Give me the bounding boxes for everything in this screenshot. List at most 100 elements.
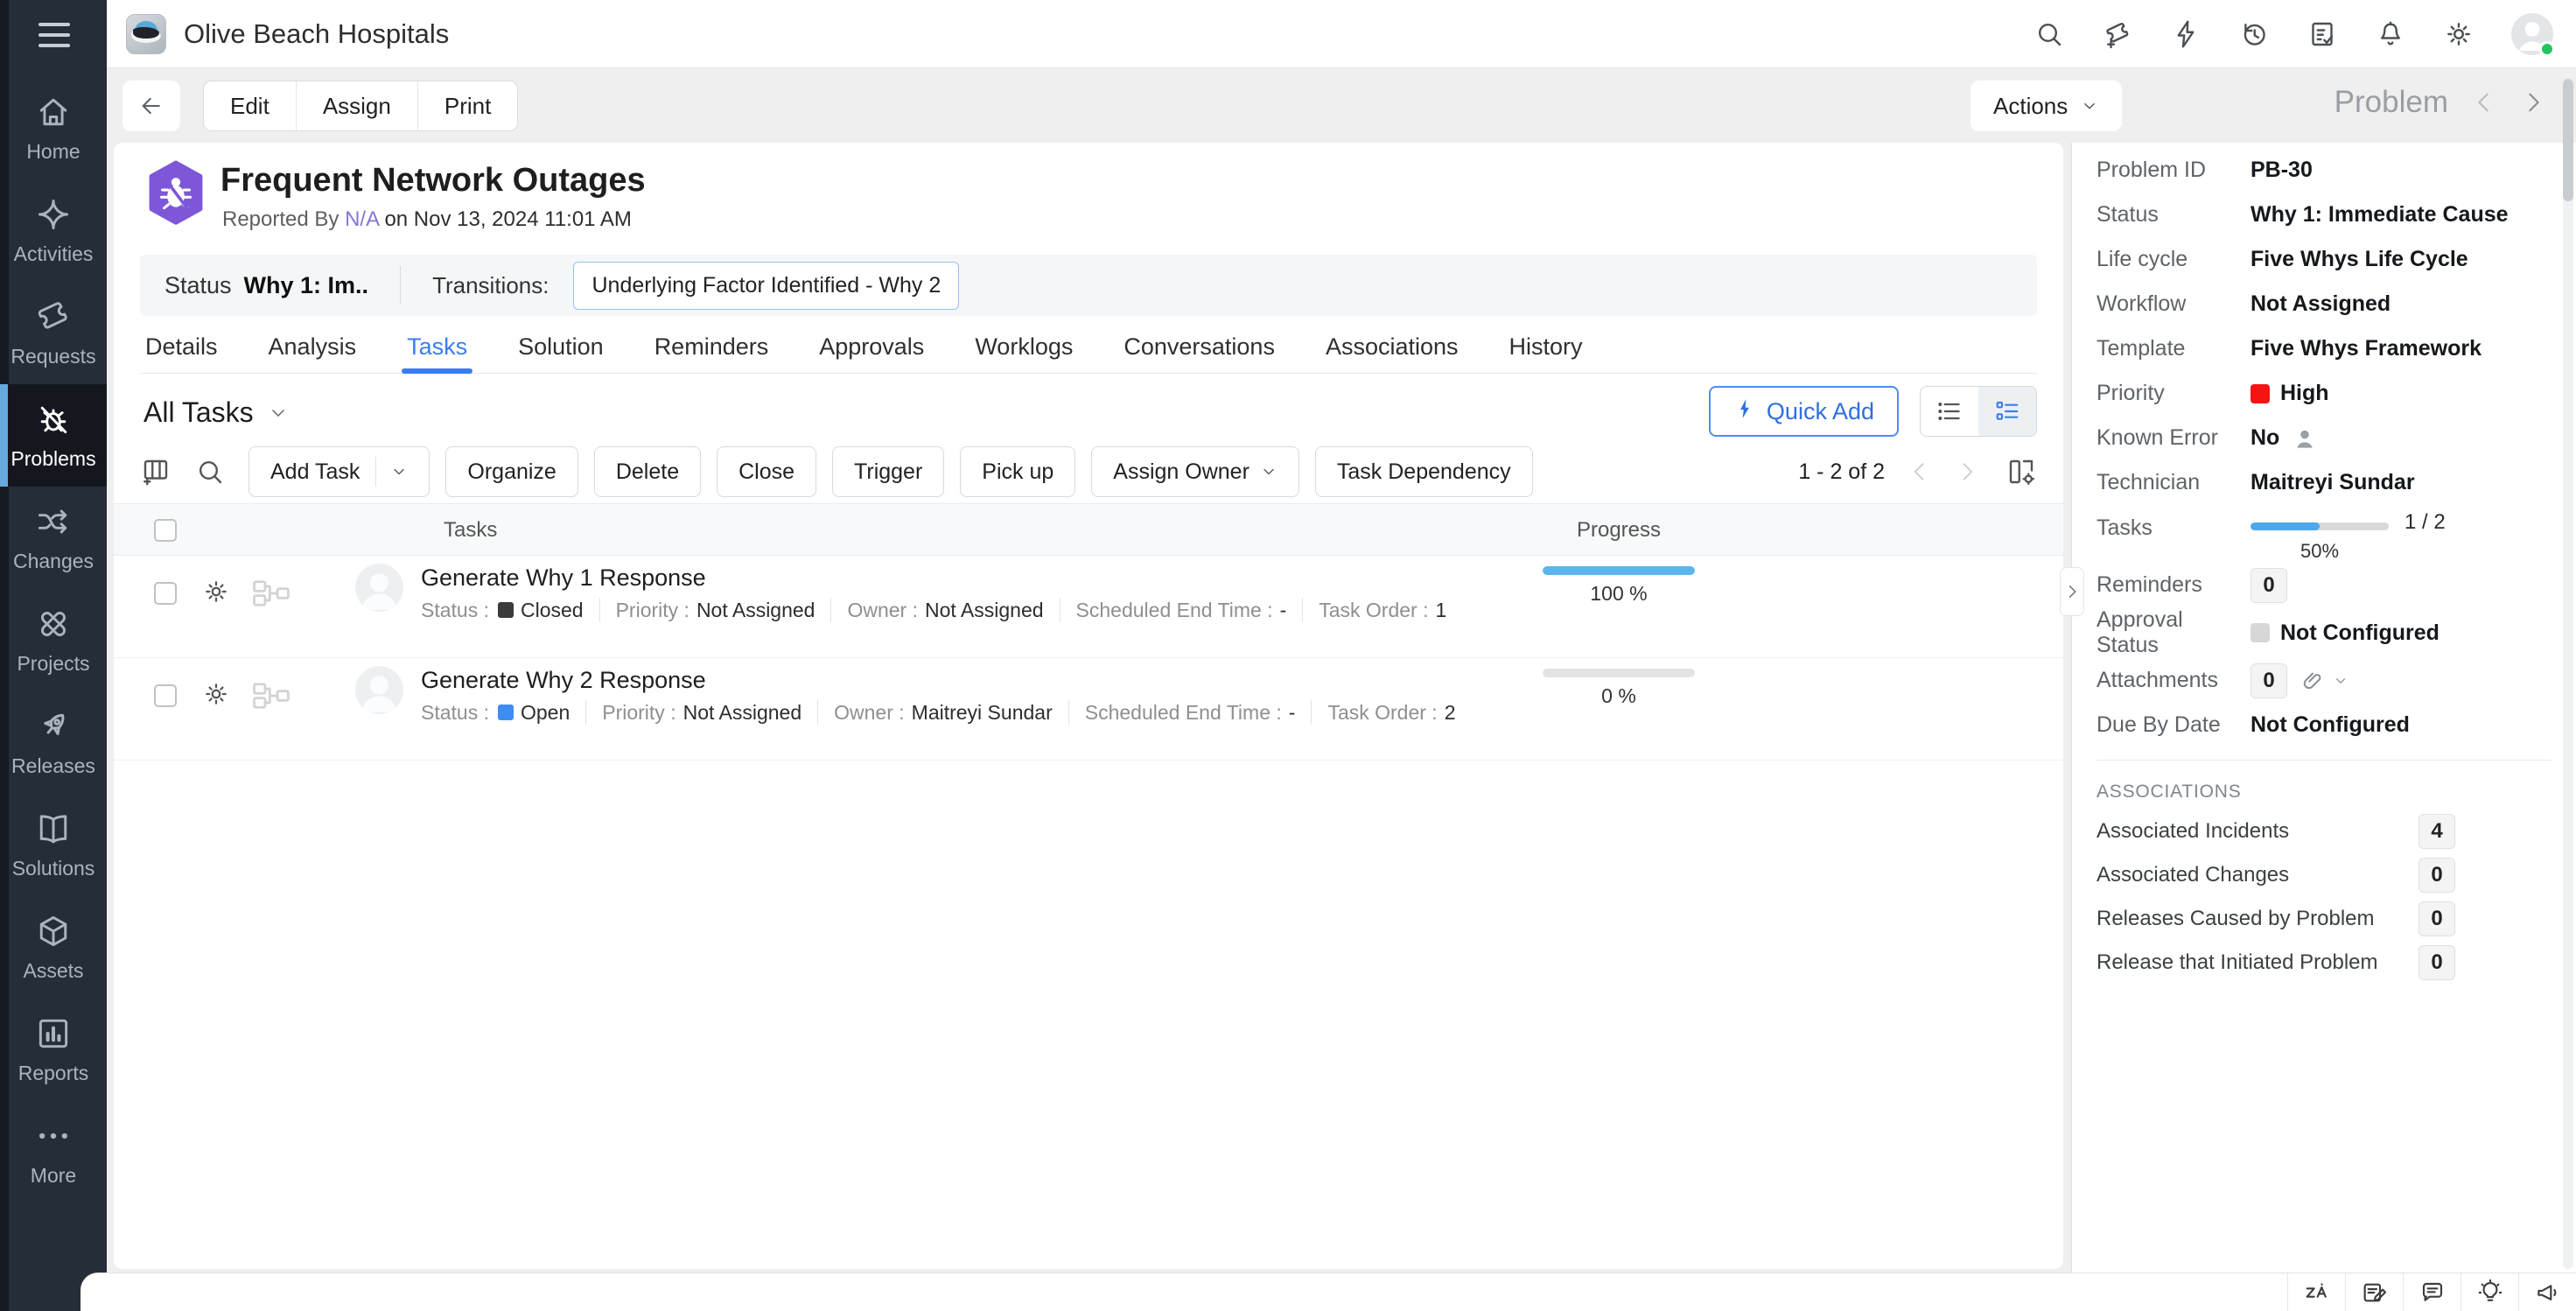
task-row[interactable]: Generate Why 1 Response Status :Closed P… xyxy=(114,556,2063,658)
reminders-count-badge[interactable]: 0 xyxy=(2250,568,2287,603)
status-color-square xyxy=(498,602,514,618)
zia-icon[interactable] xyxy=(2287,1273,2345,1311)
toolbar-strip: Edit Assign Print Actions Problem xyxy=(107,69,2576,143)
sidebar-item-reports[interactable]: Reports xyxy=(0,999,107,1101)
ticket-add-icon[interactable] xyxy=(2102,18,2133,50)
chat-icon[interactable] xyxy=(2403,1273,2460,1311)
page-next-icon[interactable] xyxy=(1955,459,1979,484)
view-toggle xyxy=(1920,386,2037,437)
tab-analysis[interactable]: Analysis xyxy=(263,321,362,373)
sidebar-item-requests[interactable]: Requests xyxy=(0,282,107,384)
sidebar-item-problems[interactable]: Problems xyxy=(0,384,107,487)
lightbulb-icon[interactable] xyxy=(2460,1273,2518,1311)
paperclip-icon[interactable] xyxy=(2300,668,2326,694)
status-label: Status xyxy=(164,272,232,299)
row-checkbox[interactable] xyxy=(154,684,177,707)
pagination-text: 1 - 2 of 2 xyxy=(1798,459,1885,485)
add-task-button[interactable]: Add Task xyxy=(248,446,430,497)
task-dependency-icon[interactable] xyxy=(252,580,290,606)
releases-caused-count[interactable]: 0 xyxy=(2418,901,2455,936)
panel-collapse-button[interactable] xyxy=(2060,567,2084,616)
delete-button[interactable]: Delete xyxy=(594,446,701,497)
task-gear-icon[interactable] xyxy=(201,577,231,606)
tab-tasks[interactable]: Tasks xyxy=(402,321,472,373)
task-title[interactable]: Generate Why 2 Response xyxy=(421,667,706,694)
flash-icon[interactable] xyxy=(2170,18,2202,50)
sidebar-item-releases[interactable]: Releases xyxy=(0,691,107,794)
tab-history[interactable]: History xyxy=(1504,321,1588,373)
priority-color-square xyxy=(2250,384,2270,403)
task-actions-row: Add Task Organize Delete Close Trigger P… xyxy=(140,446,2037,497)
task-meta: Status :Open Priority :Not Assigned Owne… xyxy=(421,700,1456,725)
close-button[interactable]: Close xyxy=(717,446,816,497)
field-attachments: Attachments 0 xyxy=(2096,658,2576,703)
add-column-icon[interactable] xyxy=(140,456,172,487)
transition-action-button[interactable]: Underlying Factor Identified - Why 2 xyxy=(573,262,959,310)
divider xyxy=(400,266,401,305)
tab-worklogs[interactable]: Worklogs xyxy=(970,321,1078,373)
sidebar-item-label: Home xyxy=(26,140,80,164)
online-status-dot xyxy=(2539,41,2555,57)
history-icon[interactable] xyxy=(2238,18,2270,50)
print-button[interactable]: Print xyxy=(417,81,517,130)
tab-reminders[interactable]: Reminders xyxy=(649,321,774,373)
associated-changes-count[interactable]: 0 xyxy=(2418,858,2455,893)
task-gear-icon[interactable] xyxy=(201,679,231,709)
edit-button[interactable]: Edit xyxy=(204,81,296,130)
tab-solution[interactable]: Solution xyxy=(513,321,609,373)
chevron-left-icon[interactable] xyxy=(2471,89,2497,116)
sidebar-item-label: Activities xyxy=(14,242,94,266)
task-dependency-button[interactable]: Task Dependency xyxy=(1315,446,1533,497)
attachments-count-badge[interactable]: 0 xyxy=(2250,663,2287,698)
panel-scrollbar[interactable] xyxy=(2563,74,2573,1269)
sidebar-item-activities[interactable]: Activities xyxy=(0,179,107,282)
task-check-icon[interactable] xyxy=(2306,18,2338,50)
back-button[interactable] xyxy=(122,81,180,131)
sidebar-item-changes[interactable]: Changes xyxy=(0,487,107,589)
chevron-right-icon[interactable] xyxy=(2520,89,2546,116)
assign-owner-button[interactable]: Assign Owner xyxy=(1091,446,1299,497)
task-row[interactable]: Generate Why 2 Response Status :Open Pri… xyxy=(114,658,2063,761)
task-dependency-icon[interactable] xyxy=(252,683,290,709)
sidebar-item-projects[interactable]: Projects xyxy=(0,589,107,691)
person-icon[interactable] xyxy=(2292,425,2318,452)
page-prev-icon[interactable] xyxy=(1908,459,1932,484)
select-all-checkbox[interactable] xyxy=(154,519,177,542)
task-filter-dropdown[interactable]: All Tasks xyxy=(144,396,289,429)
column-settings-icon[interactable] xyxy=(2006,456,2037,487)
user-avatar[interactable] xyxy=(2511,13,2553,55)
search-icon[interactable] xyxy=(194,456,226,487)
sidebar-item-more[interactable]: More xyxy=(0,1101,107,1203)
sidebar-item-solutions[interactable]: Solutions xyxy=(0,794,107,896)
tab-associations[interactable]: Associations xyxy=(1320,321,1464,373)
hamburger-menu-icon[interactable] xyxy=(38,23,70,54)
chevron-down-icon[interactable] xyxy=(2333,673,2348,689)
trigger-button[interactable]: Trigger xyxy=(832,446,944,497)
sidebar-item-home[interactable]: Home xyxy=(0,77,107,179)
detail-view-icon[interactable] xyxy=(1978,387,2036,436)
pick-up-button[interactable]: Pick up xyxy=(960,446,1075,497)
list-view-icon[interactable] xyxy=(1921,387,1978,436)
sidebar-item-assets[interactable]: Assets xyxy=(0,896,107,999)
row-checkbox[interactable] xyxy=(154,582,177,605)
projects-icon xyxy=(34,605,73,643)
bell-icon[interactable] xyxy=(2375,18,2406,50)
reported-by-value[interactable]: N/A xyxy=(345,207,379,231)
associated-incidents-count[interactable]: 4 xyxy=(2418,814,2455,849)
scrollbar-thumb[interactable] xyxy=(2563,79,2573,201)
compose-note-icon[interactable] xyxy=(2345,1273,2403,1311)
actions-dropdown-button[interactable]: Actions xyxy=(1970,81,2122,131)
tab-conversations[interactable]: Conversations xyxy=(1118,321,1280,373)
gear-icon[interactable] xyxy=(2443,18,2474,50)
chevron-down-icon[interactable] xyxy=(390,463,408,480)
search-icon[interactable] xyxy=(2034,18,2065,50)
organize-button[interactable]: Organize xyxy=(445,446,578,497)
announce-icon[interactable] xyxy=(2518,1273,2576,1311)
quick-add-button[interactable]: Quick Add xyxy=(1709,386,1899,437)
sidebar-item-label: More xyxy=(31,1164,76,1188)
tab-approvals[interactable]: Approvals xyxy=(814,321,929,373)
task-title[interactable]: Generate Why 1 Response xyxy=(421,564,706,592)
tab-details[interactable]: Details xyxy=(140,321,223,373)
assign-button[interactable]: Assign xyxy=(296,81,417,130)
release-initiated-count[interactable]: 0 xyxy=(2418,945,2455,980)
